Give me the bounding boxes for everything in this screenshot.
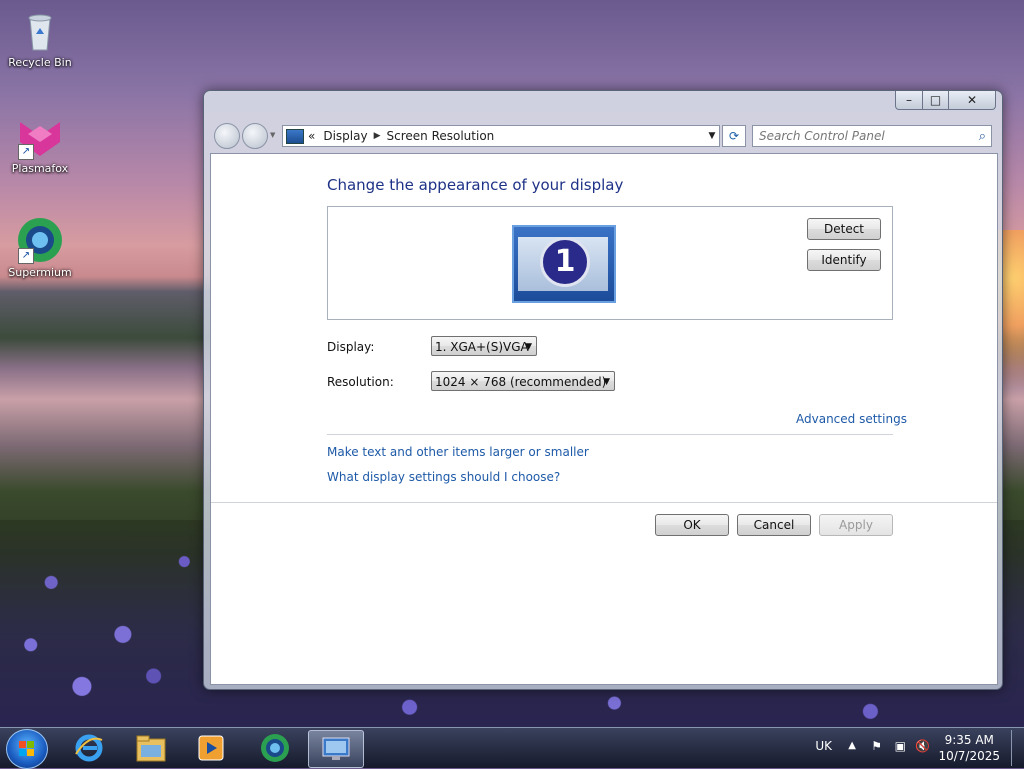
show-hidden-icons-icon[interactable]: ▲ (848, 740, 856, 751)
taskbar-control-panel[interactable] (308, 730, 364, 768)
content-pane: Change the appearance of your display 1 … (210, 153, 998, 685)
control-panel-icon (322, 737, 350, 760)
back-button[interactable] (214, 123, 240, 149)
screen-resolution-window: – □ ✕ ▼ « Display ▶ Screen Resolution ▼ … (203, 90, 1003, 690)
forward-button[interactable] (242, 123, 268, 149)
detect-button[interactable]: Detect (807, 218, 881, 240)
plasmafox-icon: ↗ (16, 112, 64, 160)
chevron-down-icon: ▼ (525, 342, 532, 352)
address-bar[interactable]: « Display ▶ Screen Resolution ▼ (282, 125, 720, 147)
taskbar-supermium[interactable] (248, 730, 302, 766)
monitor-arrangement-box: 1 Detect Identify (327, 206, 893, 320)
text-size-link[interactable]: Make text and other items larger or smal… (327, 445, 589, 459)
ok-button[interactable]: OK (655, 514, 729, 536)
display-select-value: 1. XGA+(S)VGA (435, 340, 529, 354)
resolution-select[interactable]: 1024 × 768 (recommended) ▼ (431, 371, 615, 391)
search-icon[interactable]: ⌕ (979, 129, 986, 144)
close-button[interactable]: ✕ (949, 91, 996, 110)
page-title: Change the appearance of your display (327, 176, 624, 194)
footer-divider (211, 502, 997, 503)
display-label: Display: (327, 340, 375, 354)
shortcut-arrow-icon: ↗ (18, 248, 34, 264)
breadcrumb-prefix[interactable]: « (308, 129, 315, 143)
cancel-button[interactable]: Cancel (737, 514, 811, 536)
taskbar-file-explorer[interactable] (124, 730, 178, 766)
maximize-button[interactable]: □ (923, 91, 949, 110)
volume-muted-icon[interactable]: 🔇 (915, 739, 930, 753)
internet-explorer-icon (75, 734, 103, 762)
minimize-button[interactable]: – (895, 91, 923, 110)
start-button[interactable] (6, 729, 48, 769)
monitor-1-icon[interactable]: 1 (512, 225, 616, 303)
clock[interactable]: 9:35 AM 10/7/2025 (938, 732, 1000, 764)
breadcrumb-screen-resolution[interactable]: Screen Resolution (387, 129, 495, 143)
navigation-bar: ▼ « Display ▶ Screen Resolution ▼ ⟳ Sear… (212, 123, 994, 149)
address-dropdown-icon[interactable]: ▼ (705, 131, 719, 141)
show-desktop-button[interactable] (1011, 730, 1024, 766)
supermium-icon: ↗ (16, 216, 64, 264)
action-center-icon[interactable]: ⚑ (871, 739, 882, 753)
desktop-icon-label: Plasmafox (11, 162, 69, 175)
resolution-label: Resolution: (327, 375, 394, 389)
advanced-settings-link[interactable]: Advanced settings (796, 412, 907, 426)
network-icon[interactable]: ▣ (895, 739, 906, 753)
desktop-icon-label: Supermium (8, 266, 72, 279)
control-panel-icon (286, 128, 304, 144)
shortcut-arrow-icon: ↗ (18, 144, 34, 160)
search-input[interactable]: Search Control Panel ⌕ (752, 125, 992, 147)
refresh-icon[interactable]: ⟳ (722, 125, 746, 147)
display-settings-help-link[interactable]: What display settings should I choose? (327, 470, 560, 484)
windows-logo-icon (19, 741, 35, 757)
desktop-icon-supermium[interactable]: ↗ Supermium (2, 216, 78, 279)
search-placeholder: Search Control Panel (759, 129, 885, 143)
recycle-bin-icon (16, 6, 64, 54)
taskbar-internet-explorer[interactable] (62, 730, 116, 766)
caption-buttons: – □ ✕ (895, 91, 996, 111)
clock-date: 10/7/2025 (938, 749, 1000, 763)
breadcrumb-separator-icon[interactable]: ▶ (374, 131, 381, 141)
supermium-icon (261, 734, 289, 762)
language-indicator[interactable]: UK (815, 739, 832, 753)
recent-pages-dropdown-icon[interactable]: ▼ (270, 131, 275, 139)
chevron-down-icon: ▼ (603, 377, 610, 387)
resolution-select-value: 1024 × 768 (recommended) (435, 375, 607, 389)
folder-icon (136, 735, 166, 762)
desktop-icon-plasmafox[interactable]: ↗ Plasmafox (2, 112, 78, 175)
monitor-number: 1 (540, 237, 590, 287)
divider (327, 434, 893, 435)
apply-button[interactable]: Apply (819, 514, 893, 536)
desktop-icon-label: Recycle Bin (8, 56, 72, 69)
identify-button[interactable]: Identify (807, 249, 881, 271)
desktop-icon-recycle-bin[interactable]: Recycle Bin (2, 6, 78, 69)
clock-time: 9:35 AM (944, 733, 994, 747)
display-select[interactable]: 1. XGA+(S)VGA ▼ (431, 336, 537, 356)
breadcrumb-display[interactable]: Display (323, 129, 367, 143)
taskbar-media-player[interactable] (184, 730, 238, 766)
taskbar: UK ▲ ⚑ ▣ 🔇 9:35 AM 10/7/2025 (0, 727, 1024, 769)
media-player-icon (198, 735, 224, 761)
